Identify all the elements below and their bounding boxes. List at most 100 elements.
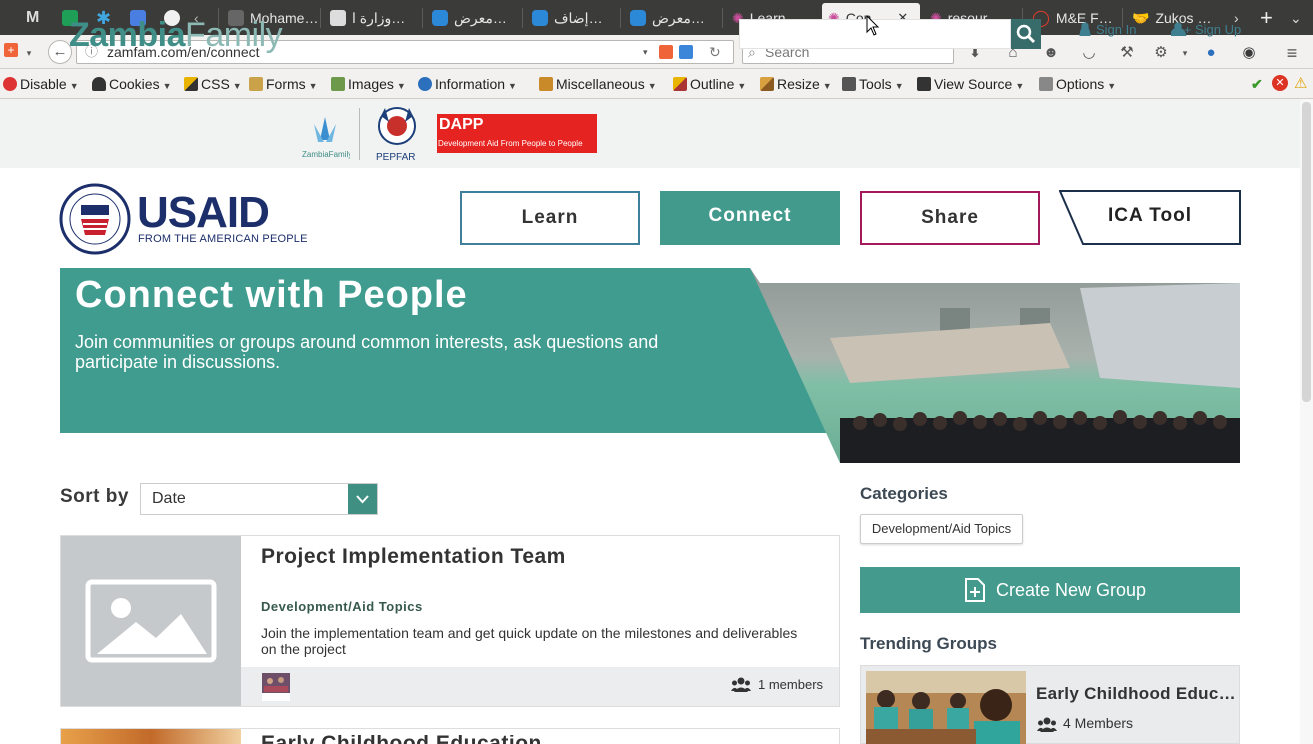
- circle-icon: [432, 10, 448, 26]
- dev-label: CSS: [201, 76, 230, 92]
- globe-icon[interactable]: ●: [1202, 44, 1220, 62]
- group-title[interactable]: Early Childhood Education: [261, 735, 542, 744]
- nav-share-button[interactable]: Share: [860, 191, 1040, 245]
- trending-group-title[interactable]: Early Childhood Educ…: [1036, 684, 1236, 704]
- page-scrollbar-thumb[interactable]: [1302, 102, 1311, 402]
- error-icon[interactable]: ✕: [1272, 75, 1288, 91]
- warning-icon[interactable]: ⚠: [1294, 74, 1307, 92]
- group-description: Join the implementation team and get qui…: [261, 625, 798, 657]
- extension-icon[interactable]: ⚙: [1152, 44, 1170, 62]
- dev-forms-menu[interactable]: Forms ▼: [249, 76, 318, 92]
- chevron-down-icon[interactable]: ▾: [643, 41, 648, 63]
- addon-icon[interactable]: +: [4, 43, 18, 57]
- pepfar-logo: PEPFAR: [376, 107, 416, 163]
- group-member-count: 1 members: [758, 677, 824, 692]
- cookies-icon: [92, 77, 106, 91]
- tab-add[interactable]: إضاف…: [526, 3, 618, 33]
- dev-outline-menu[interactable]: Outline ▼: [673, 76, 746, 92]
- group-thumbnail[interactable]: [61, 729, 241, 744]
- site-header: [0, 99, 1300, 168]
- dev-label: Options: [1056, 76, 1105, 92]
- dev-misc-menu[interactable]: Miscellaneous ▼: [539, 76, 657, 92]
- member-avatar[interactable]: [261, 672, 291, 702]
- site-search-button[interactable]: [1011, 19, 1041, 49]
- chevron-down-icon: ▼: [396, 81, 406, 91]
- sort-select[interactable]: Date: [140, 483, 378, 515]
- trending-group-thumbnail[interactable]: [866, 671, 1026, 744]
- trending-heading: Trending Groups: [860, 634, 997, 653]
- dev-resize-menu[interactable]: Resize ▼: [760, 76, 832, 92]
- dev-information-menu[interactable]: Information ▼: [418, 76, 517, 92]
- tab-gmail[interactable]: M: [20, 3, 46, 33]
- plus-icon: +: [1260, 5, 1273, 30]
- nav-connect-button[interactable]: Connect: [660, 191, 840, 245]
- dev-images-menu[interactable]: Images ▼: [331, 76, 406, 92]
- disable-icon: [3, 77, 17, 91]
- nav-learn-button[interactable]: Learn: [460, 191, 640, 245]
- sort-select-value: Date: [152, 490, 186, 507]
- tab-label: إضاف…: [554, 9, 603, 26]
- forms-icon: [249, 77, 263, 91]
- dev-css-menu[interactable]: CSS ▼: [184, 76, 242, 92]
- tab-gallery-1[interactable]: معرض…: [426, 3, 522, 33]
- usaid-wordmark: USAID: [137, 188, 270, 238]
- members-icon: [1037, 717, 1057, 732]
- tab-list-button[interactable]: ⌄: [1284, 3, 1308, 33]
- group-category[interactable]: Development/Aid Topics: [261, 599, 423, 614]
- circle-icon: [630, 10, 646, 26]
- dapp-logo[interactable]: DAPP Development Aid From People to Peop…: [437, 114, 597, 153]
- group-title[interactable]: Project Implementation Team: [261, 545, 566, 569]
- usaid-name: USAID: [137, 188, 270, 237]
- dev-disable-menu[interactable]: Disable ▼: [3, 76, 79, 92]
- colorwheel-icon[interactable]: ◉: [1240, 44, 1258, 62]
- tab-ministry[interactable]: وزارة ا…: [324, 3, 420, 33]
- tab-gallery-2[interactable]: معرض…: [624, 3, 720, 33]
- zambiafamily-logo[interactable]: ZambiaFamily: [69, 16, 283, 55]
- sort-select-toggle[interactable]: [348, 484, 377, 514]
- dev-cookies-menu[interactable]: Cookies ▼: [92, 76, 172, 92]
- dev-view-source-menu[interactable]: View Source ▼: [917, 76, 1024, 92]
- dapp-title: DAPP: [439, 116, 484, 133]
- reload-icon[interactable]: ↻: [709, 41, 721, 63]
- dev-options-menu[interactable]: Options ▼: [1039, 76, 1116, 92]
- create-group-button[interactable]: Create New Group: [860, 567, 1240, 613]
- chevron-down-icon: ⌄: [1290, 9, 1302, 26]
- chevron-down-icon: ▼: [822, 81, 832, 91]
- pepfar-label: PEPFAR: [376, 152, 415, 163]
- chevron-down-icon: ▼: [1015, 81, 1025, 91]
- sort-by-label: Sort by: [60, 486, 129, 507]
- new-tab-button[interactable]: +: [1254, 3, 1278, 33]
- tab-separator: [422, 8, 423, 28]
- sign-in-link[interactable]: Sign In: [1078, 22, 1136, 37]
- gmail-icon: M: [26, 9, 40, 26]
- images-icon: [331, 77, 345, 91]
- group-title-text: Early Childhood Education: [261, 735, 542, 744]
- outline-pencil-icon: [673, 77, 687, 91]
- options-icon: [1039, 77, 1053, 91]
- zambiafamily-small-label: ZambiaFamily: [302, 150, 350, 159]
- chat-icon[interactable]: ☻: [1042, 44, 1060, 62]
- sign-up-link[interactable]: + Sign Up: [1171, 22, 1241, 37]
- chevron-down-icon[interactable]: ▾: [1176, 44, 1194, 62]
- dev-tools-menu[interactable]: Tools ▼: [842, 76, 904, 92]
- brand-light: Family: [185, 16, 283, 54]
- nav-ica-tool-button[interactable]: ICA Tool: [1060, 191, 1240, 245]
- info-addon-icon[interactable]: [679, 45, 693, 59]
- css-pencil-icon: [184, 77, 198, 91]
- chevron-down-icon[interactable]: ▾: [20, 44, 38, 62]
- dev-label: Forms: [266, 76, 306, 92]
- dev-label: Disable: [20, 76, 67, 92]
- category-chip[interactable]: Development/Aid Topics: [860, 514, 1023, 544]
- chevron-down-icon: ▼: [232, 81, 242, 91]
- group-thumbnail-placeholder[interactable]: [61, 536, 241, 706]
- create-group-label: Create New Group: [996, 580, 1147, 600]
- add-document-icon: [965, 578, 985, 602]
- addon-icon[interactable]: [659, 45, 673, 59]
- image-placeholder-icon: [85, 579, 217, 663]
- checkmark-icon[interactable]: ✔: [1251, 76, 1263, 93]
- circle-icon: [532, 10, 548, 26]
- menu-icon[interactable]: ≡: [1283, 44, 1301, 62]
- tool-icon[interactable]: ⚒: [1118, 44, 1136, 62]
- tab-separator: [620, 8, 621, 28]
- pocket-icon[interactable]: ◡: [1080, 44, 1098, 62]
